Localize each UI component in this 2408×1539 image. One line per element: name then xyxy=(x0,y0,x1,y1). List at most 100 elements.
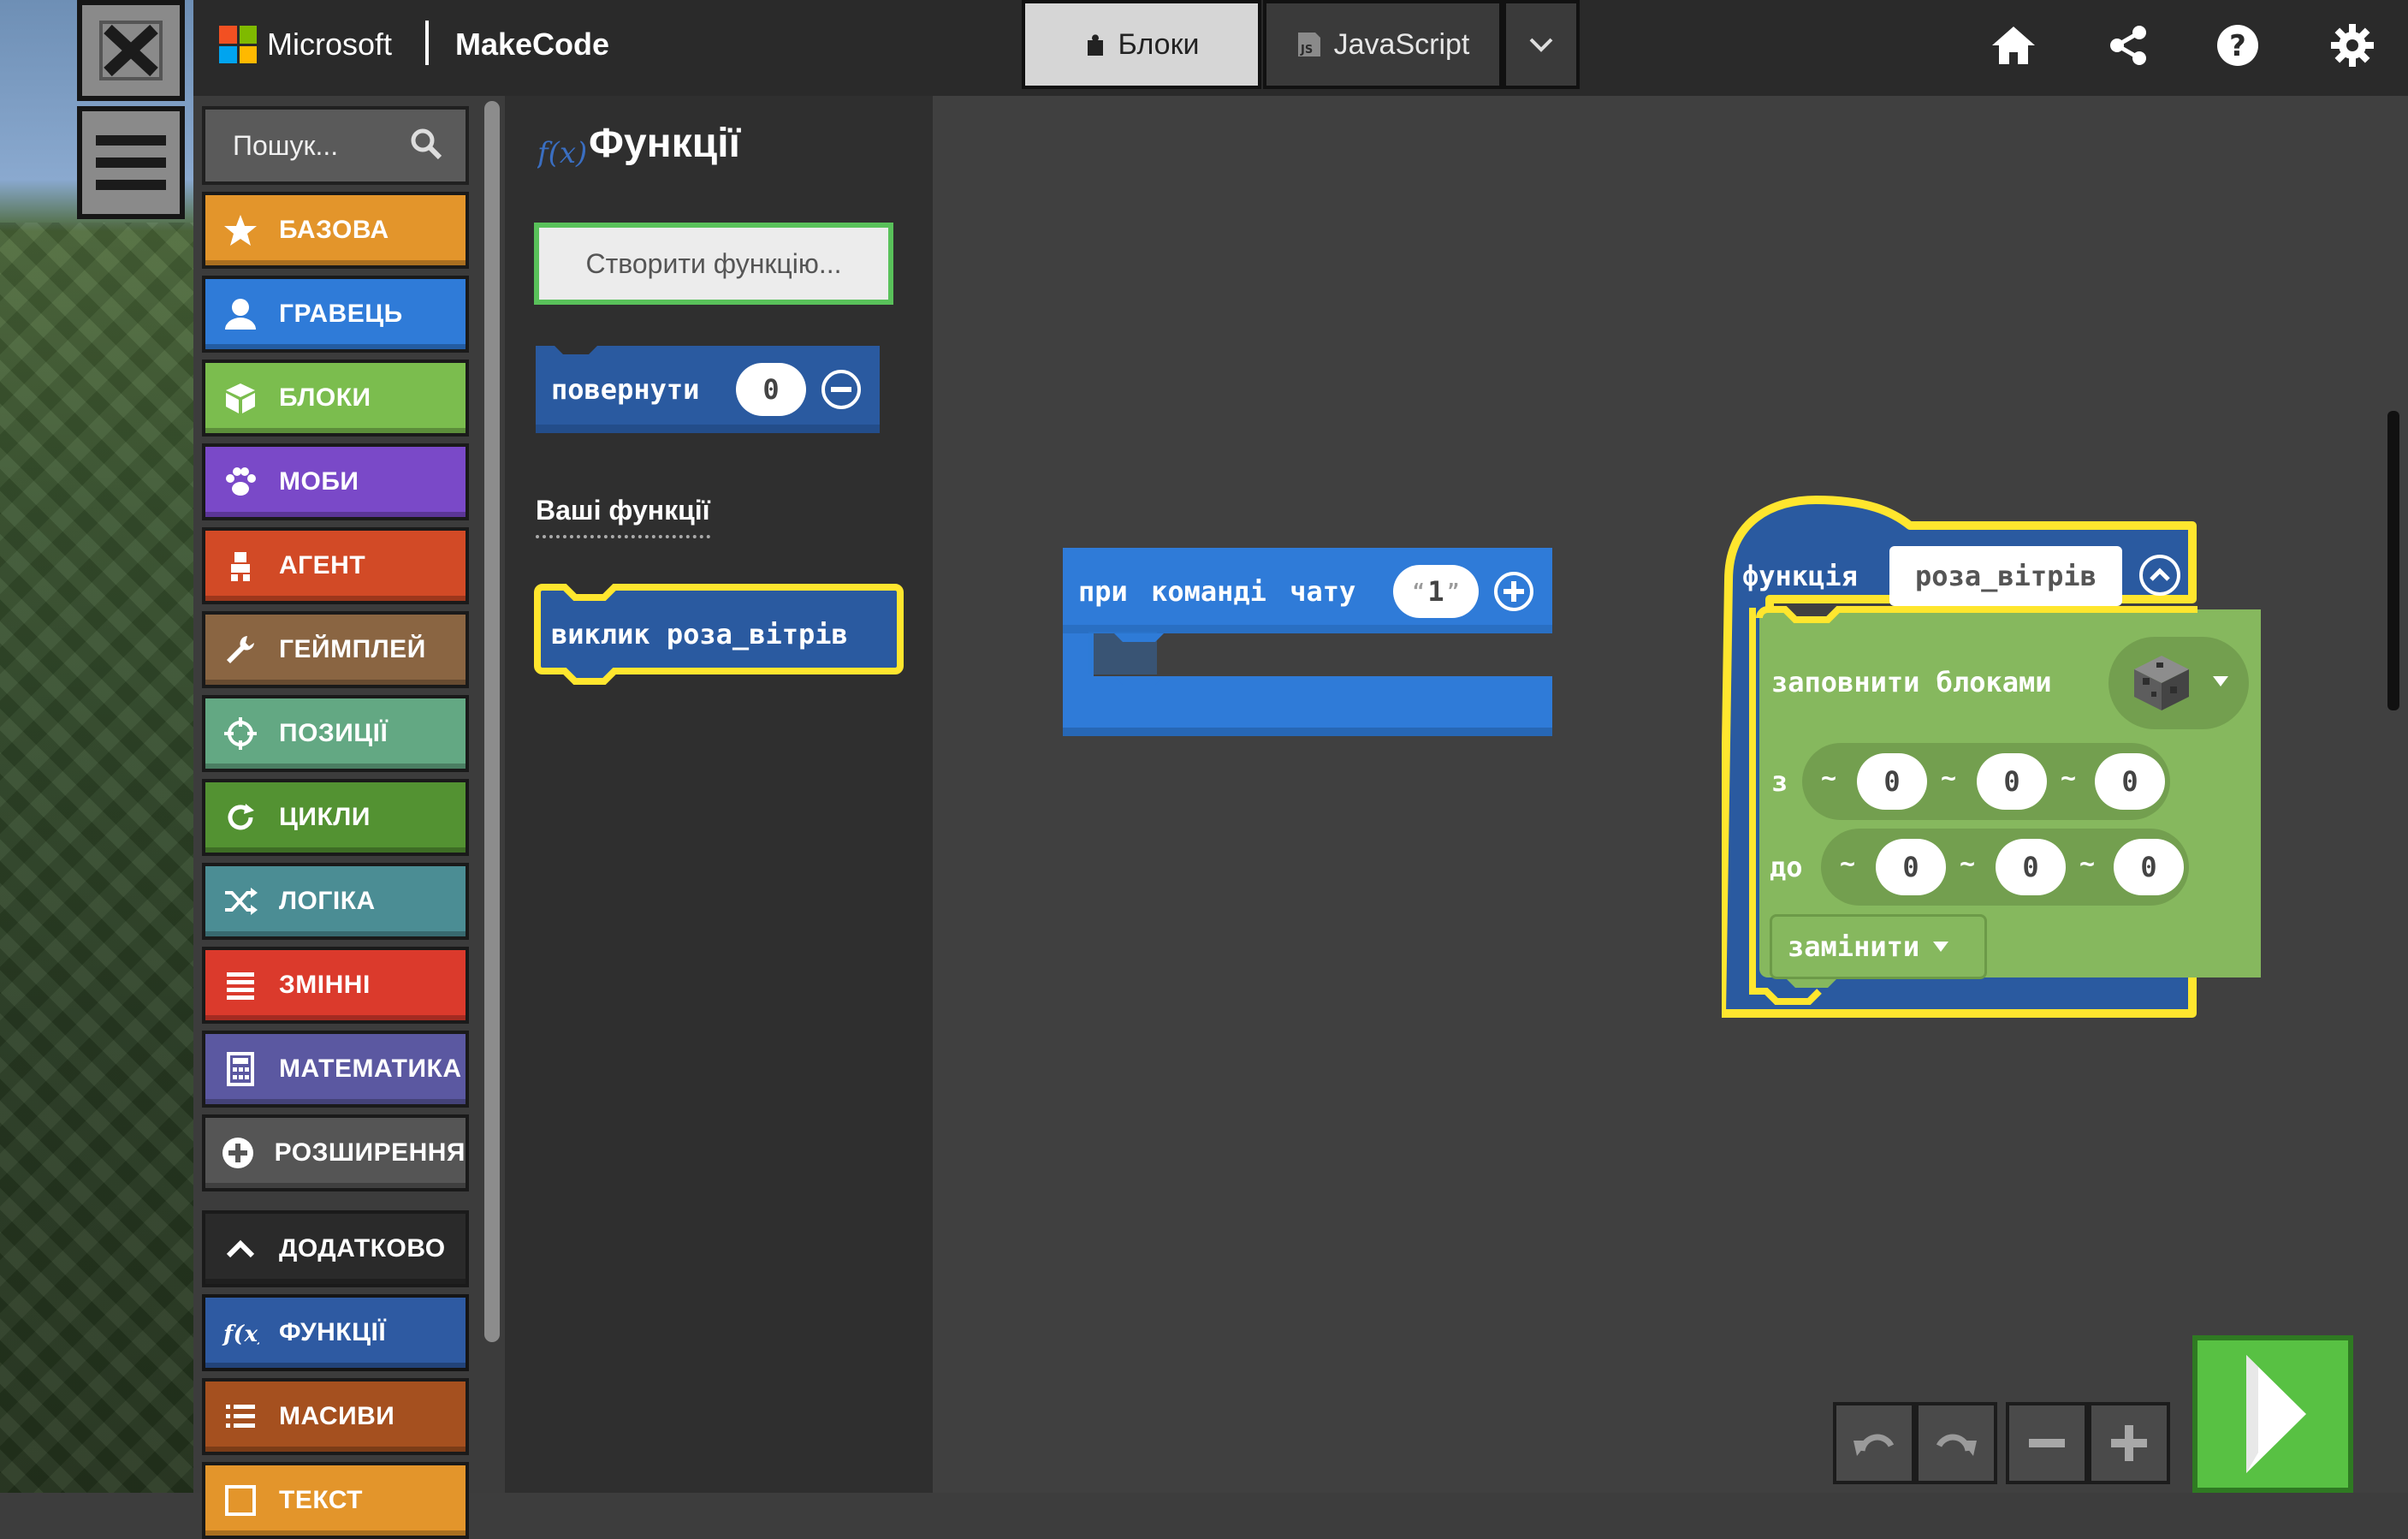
category-label: БАЗОВА xyxy=(279,216,389,244)
help-icon: ? xyxy=(2217,25,2258,66)
block-type-dropdown[interactable] xyxy=(2108,637,2249,729)
close-button[interactable] xyxy=(77,0,185,101)
fill-mode-dropdown[interactable]: замінити xyxy=(1770,914,1987,979)
category-label: ДОДАТКОВО xyxy=(279,1234,446,1263)
category-label: ЗМІННІ xyxy=(279,971,371,999)
minus-icon xyxy=(2029,1439,2065,1447)
menu-button[interactable] xyxy=(77,106,185,219)
share-button[interactable] xyxy=(2102,19,2155,72)
search-icon[interactable] xyxy=(409,127,448,166)
play-icon xyxy=(2246,1355,2306,1473)
plus-icon xyxy=(2111,1425,2147,1461)
from-label: з xyxy=(1771,765,1788,798)
fill-blocks-label: заповнити блоками xyxy=(1771,666,2052,698)
undo-button[interactable] xyxy=(1833,1402,1915,1484)
category-agent[interactable]: АГЕНТ xyxy=(202,527,469,604)
search-placeholder: Пошук... xyxy=(233,129,339,161)
svg-text:?: ? xyxy=(2229,29,2246,63)
category-positions[interactable]: ПОЗИЦІЇ xyxy=(202,695,469,772)
tab-javascript[interactable]: JS JavaScript xyxy=(1263,0,1503,89)
svg-text:f(x): f(x) xyxy=(222,1322,259,1347)
call-function-label: виклик роза_вітрів xyxy=(551,618,848,651)
hamburger-icon xyxy=(96,135,166,190)
category-text[interactable]: ТЕКСТ xyxy=(202,1462,469,1539)
settings-button[interactable] xyxy=(2326,19,2379,72)
category-label: АГЕНТ xyxy=(279,551,366,579)
category-mobs[interactable]: МОБИ xyxy=(202,443,469,520)
category-gameplay[interactable]: ГЕЙМПЛЕЙ xyxy=(202,611,469,688)
home-button[interactable] xyxy=(1987,19,2040,72)
chat-command-label: при команді чату xyxy=(1078,575,1356,608)
editor-dropdown-button[interactable] xyxy=(1503,0,1580,89)
to-z-field[interactable]: 0 xyxy=(2114,839,2184,895)
dropdown-arrow-icon xyxy=(1933,942,1949,952)
gear-icon xyxy=(2331,24,2374,67)
tilde-label: ~ xyxy=(1941,764,1957,793)
to-y-field[interactable]: 0 xyxy=(1996,839,2066,895)
array-icon xyxy=(221,1397,260,1436)
dropdown-arrow-icon xyxy=(2213,676,2228,686)
to-label: до xyxy=(1770,851,1803,883)
bedrock-block-icon xyxy=(2134,656,2189,710)
from-y-field[interactable]: 0 xyxy=(1977,753,2047,810)
category-functions[interactable]: f(x) ФУНКЦІЇ xyxy=(202,1294,469,1371)
share-icon xyxy=(2110,26,2146,65)
your-functions-label: Ваші функції xyxy=(536,495,710,538)
tilde-label: ~ xyxy=(1821,764,1837,793)
zoom-in-button[interactable] xyxy=(2088,1402,2170,1484)
fx-icon: f(x) xyxy=(221,1313,260,1352)
category-label: РОЗШИРЕННЯ xyxy=(274,1138,466,1167)
chat-command-field[interactable]: “1” xyxy=(1393,565,1479,618)
category-label: ФУНКЦІЇ xyxy=(279,1318,387,1346)
category-basic[interactable]: БАЗОВА xyxy=(202,192,469,269)
chat-command-value: 1 xyxy=(1427,575,1444,608)
product-title[interactable]: MakeCode xyxy=(455,26,609,63)
category-blocks[interactable]: БЛОКИ xyxy=(202,359,469,437)
run-code-button[interactable] xyxy=(2192,1335,2353,1493)
create-function-button[interactable]: Створити функцію... xyxy=(534,223,893,305)
svg-text:f(x): f(x) xyxy=(537,136,585,170)
remove-icon[interactable] xyxy=(820,368,863,415)
category-arrays[interactable]: МАСИВИ xyxy=(202,1378,469,1455)
calculator-icon xyxy=(221,1049,260,1089)
category-extensions[interactable]: РОЗШИРЕННЯ xyxy=(202,1114,469,1191)
workspace-scrollbar[interactable] xyxy=(2387,411,2399,710)
svg-text:JS: JS xyxy=(1300,44,1313,56)
minecraft-world-background xyxy=(0,0,193,1493)
category-loops[interactable]: ЦИКЛИ xyxy=(202,779,469,856)
collapse-icon[interactable] xyxy=(2138,553,2182,602)
flyout-title: Функції xyxy=(589,121,741,166)
category-label: БЛОКИ xyxy=(279,383,371,412)
category-player[interactable]: ГРАВЕЦЬ xyxy=(202,276,469,353)
star-icon xyxy=(221,211,260,250)
cube-icon xyxy=(221,378,260,418)
category-advanced[interactable]: ДОДАТКОВО xyxy=(202,1210,469,1287)
category-math[interactable]: МАТЕМАТИКА xyxy=(202,1031,469,1108)
person-icon xyxy=(221,294,260,334)
category-variables[interactable]: ЗМІННІ xyxy=(202,947,469,1024)
category-label: МОБИ xyxy=(279,467,359,496)
tab-blocks[interactable]: Блоки xyxy=(1022,0,1261,89)
wrench-icon xyxy=(221,630,260,669)
home-icon xyxy=(1992,27,2035,64)
return-block-label: повернути xyxy=(551,373,700,406)
tab-javascript-label: JavaScript xyxy=(1333,27,1470,61)
functions-flyout xyxy=(505,96,933,1493)
return-value-field[interactable]: 0 xyxy=(736,363,806,416)
category-logic[interactable]: ЛОГІКА xyxy=(202,863,469,940)
redo-icon xyxy=(1936,1434,1977,1456)
tab-blocks-label: Блоки xyxy=(1118,27,1200,61)
agent-icon xyxy=(221,546,260,585)
category-label: МАТЕМАТИКА xyxy=(279,1055,462,1083)
function-name-field[interactable]: роза_вітрів xyxy=(1889,546,2122,606)
add-parameter-icon[interactable] xyxy=(1492,570,1535,617)
from-x-field[interactable]: 0 xyxy=(1857,753,1927,810)
help-button[interactable]: ? xyxy=(2211,19,2264,72)
category-label: МАСИВИ xyxy=(279,1402,395,1430)
undo-icon xyxy=(1853,1434,1895,1456)
to-x-field[interactable]: 0 xyxy=(1876,839,1946,895)
zoom-out-button[interactable] xyxy=(2006,1402,2088,1484)
redo-button[interactable] xyxy=(1915,1402,1997,1484)
from-z-field[interactable]: 0 xyxy=(2095,753,2165,810)
toolbox-scrollbar[interactable] xyxy=(484,101,500,1342)
